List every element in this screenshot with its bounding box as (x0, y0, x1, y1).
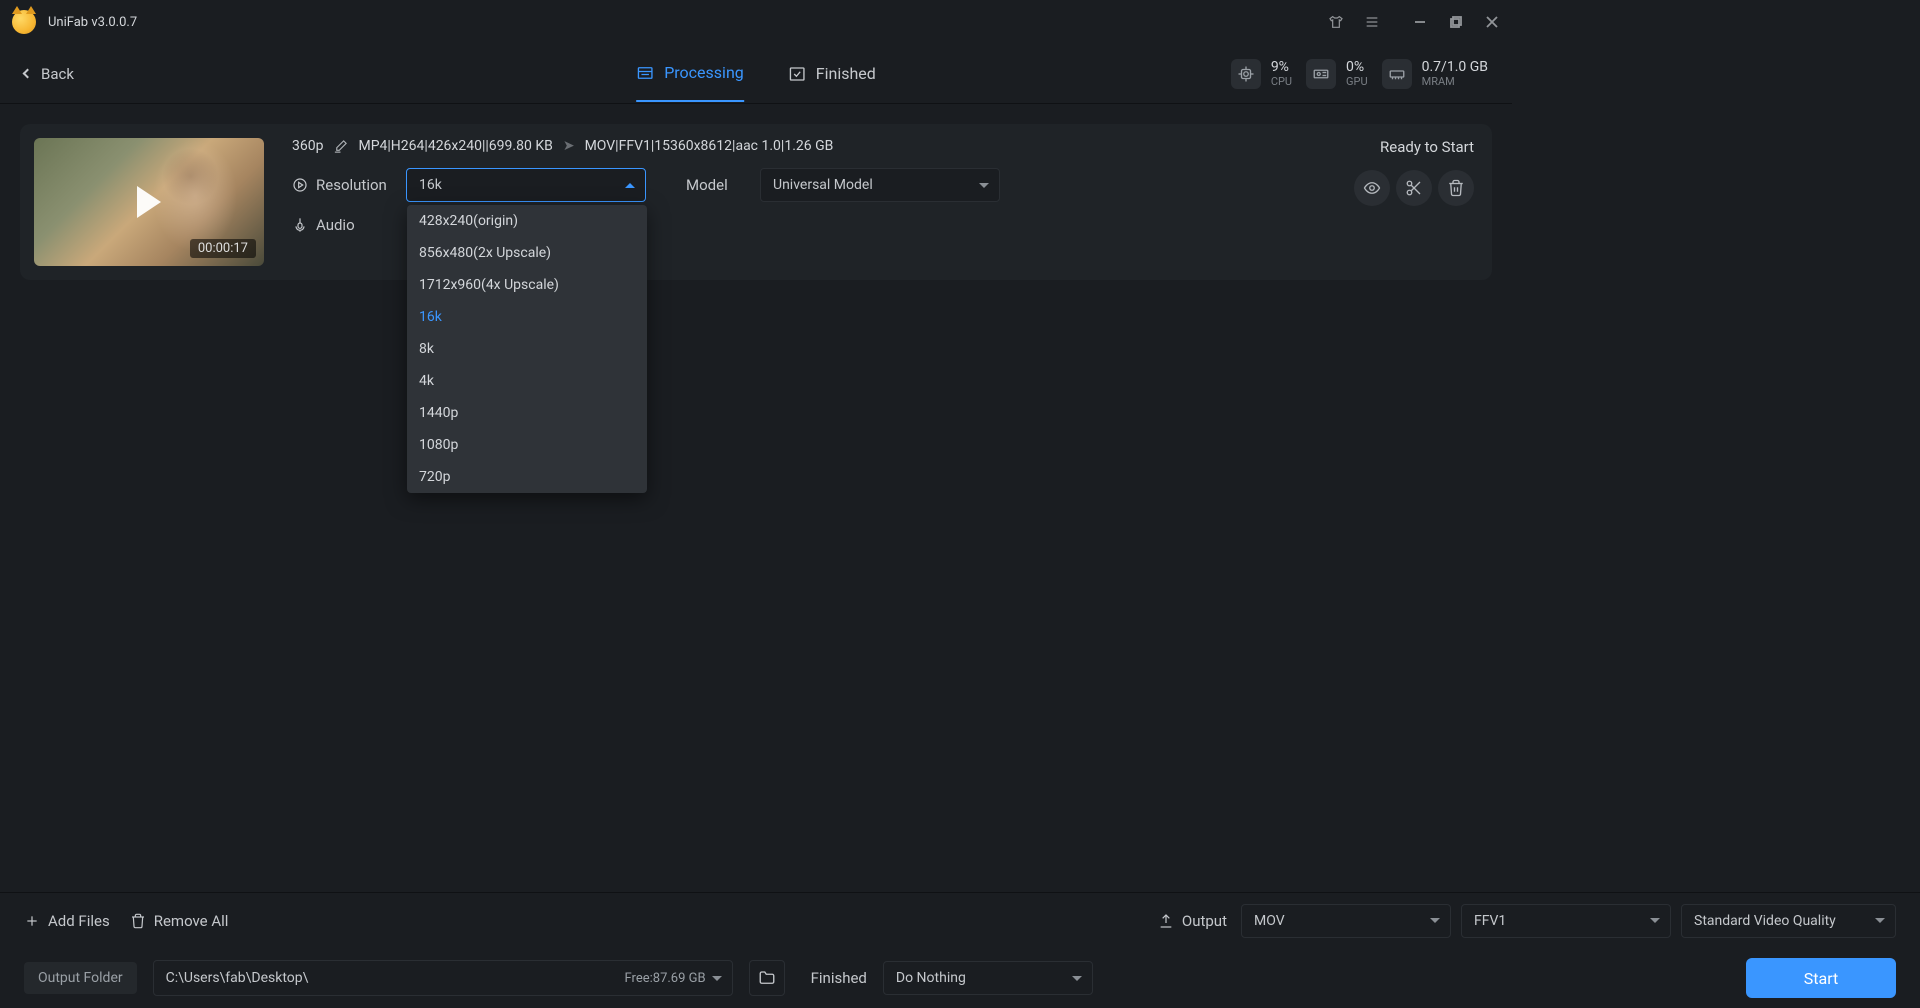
audio-icon (292, 217, 308, 233)
resolution-option[interactable]: 8k (407, 333, 647, 365)
free-space: Free:87.69 GB (625, 971, 706, 986)
start-button[interactable]: Start (1746, 958, 1896, 998)
output-path-value: C:\Users\fab\Desktop\ (166, 970, 309, 986)
finished-label: Finished (811, 969, 867, 987)
tab-finished[interactable]: Finished (788, 45, 876, 102)
video-thumbnail[interactable]: 00:00:17 (34, 138, 264, 266)
resolution-option[interactable]: 4k (407, 365, 647, 397)
trash-icon (1447, 179, 1465, 197)
back-label: Back (41, 65, 74, 83)
shirt-icon[interactable] (1328, 14, 1344, 30)
plus-icon (24, 913, 40, 929)
back-button[interactable]: Back (24, 65, 74, 83)
source-info: MP4|H264|426x240||699.80 KB (358, 138, 552, 154)
close-button[interactable] (1484, 14, 1500, 30)
caret-down-icon (712, 976, 722, 981)
model-label: Model (686, 176, 746, 194)
cpu-icon (1237, 65, 1255, 83)
output-quality-value: Standard Video Quality (1694, 913, 1836, 929)
resolution-option[interactable]: 1712x960(4x Upscale) (407, 269, 647, 301)
cpu-label: CPU (1271, 75, 1292, 88)
caret-down-icon (1875, 918, 1885, 923)
resolution-dropdown: 428x240(origin)856x480(2x Upscale)1712x9… (407, 205, 647, 493)
resolution-select[interactable]: 16k 428x240(origin)856x480(2x Upscale)17… (406, 168, 646, 202)
tab-processing[interactable]: Processing (636, 45, 744, 102)
remove-all-button[interactable]: Remove All (130, 912, 229, 930)
finished-action-select[interactable]: Do Nothing (883, 961, 1093, 995)
resolution-option[interactable]: 1080p (407, 429, 647, 461)
output-path-input[interactable]: C:\Users\fab\Desktop\ Free:87.69 GB (153, 960, 733, 996)
gpu-icon (1312, 65, 1330, 83)
trim-button[interactable] (1396, 170, 1432, 206)
output-folder-label: Output Folder (24, 962, 137, 994)
resolution-label: Resolution (316, 176, 387, 194)
titlebar: UniFab v3.0.0.7 (0, 0, 1512, 44)
remove-all-label: Remove All (154, 912, 229, 930)
navbar: Back Processing Finished 9%CPU 0%GPU 0.7… (0, 44, 1512, 104)
add-files-label: Add Files (48, 912, 110, 930)
mram-value: 0.7/1.0 GB (1422, 59, 1488, 76)
task-status: Ready to Start (1380, 138, 1474, 156)
arrow-right-icon: ➤ (563, 138, 575, 154)
resolution-option[interactable]: 720p (407, 461, 647, 493)
resolution-value: 16k (419, 177, 442, 193)
output-label: Output (1182, 912, 1227, 930)
chevron-left-icon (23, 69, 33, 79)
output-codec-select[interactable]: FFV1 (1461, 904, 1671, 938)
model-select[interactable]: Universal Model (760, 168, 1000, 202)
resolution-option[interactable]: 16k (407, 301, 647, 333)
task-card: 00:00:17 360p MP4|H264|426x240||699.80 K… (20, 124, 1492, 280)
stat-gpu: 0%GPU (1306, 59, 1368, 89)
folder-icon (758, 969, 776, 987)
finished-icon (788, 65, 806, 83)
resolution-option[interactable]: 428x240(origin) (407, 205, 647, 237)
model-value: Universal Model (773, 177, 873, 193)
mram-label: MRAM (1422, 75, 1488, 88)
gpu-value: 0% (1346, 59, 1368, 76)
scissors-icon (1405, 179, 1423, 197)
output-format-value: MOV (1254, 913, 1285, 929)
caret-up-icon (625, 183, 635, 188)
tab-processing-label: Processing (664, 63, 744, 82)
resolution-option[interactable]: 1440p (407, 397, 647, 429)
delete-button[interactable] (1438, 170, 1474, 206)
start-label: Start (1804, 969, 1838, 988)
minimize-button[interactable] (1412, 14, 1428, 30)
resolution-option[interactable]: 856x480(2x Upscale) (407, 237, 647, 269)
resolution-icon (292, 177, 308, 193)
add-files-button[interactable]: Add Files (24, 912, 110, 930)
maximize-button[interactable] (1448, 14, 1464, 30)
edit-icon[interactable] (333, 139, 348, 154)
source-badge: 360p (292, 138, 323, 154)
gpu-label: GPU (1346, 75, 1368, 88)
upload-icon (1158, 913, 1174, 929)
output-quality-select[interactable]: Standard Video Quality (1681, 904, 1896, 938)
caret-down-icon (1650, 918, 1660, 923)
output-format-select[interactable]: MOV (1241, 904, 1451, 938)
cpu-value: 9% (1271, 59, 1292, 76)
preview-button[interactable] (1354, 170, 1390, 206)
mram-icon (1388, 65, 1406, 83)
tab-finished-label: Finished (816, 64, 876, 83)
caret-down-icon (979, 183, 989, 188)
audio-label: Audio (316, 216, 355, 234)
output-codec-value: FFV1 (1474, 913, 1506, 929)
caret-down-icon (1430, 918, 1440, 923)
stat-mram: 0.7/1.0 GBMRAM (1382, 59, 1488, 89)
play-icon[interactable] (137, 186, 161, 218)
caret-down-icon (1072, 976, 1082, 981)
browse-folder-button[interactable] (749, 960, 785, 996)
eye-icon (1363, 179, 1381, 197)
menu-icon[interactable] (1364, 14, 1380, 30)
target-info: MOV|FFV1|15360x8612|aac 1.0|1.26 GB (585, 138, 834, 154)
trash-icon (130, 913, 146, 929)
video-duration: 00:00:17 (190, 239, 256, 258)
stat-cpu: 9%CPU (1231, 59, 1292, 89)
app-logo-icon (12, 10, 36, 34)
app-title: UniFab v3.0.0.7 (48, 15, 137, 30)
finished-action-value: Do Nothing (896, 970, 966, 986)
processing-icon (636, 64, 654, 82)
